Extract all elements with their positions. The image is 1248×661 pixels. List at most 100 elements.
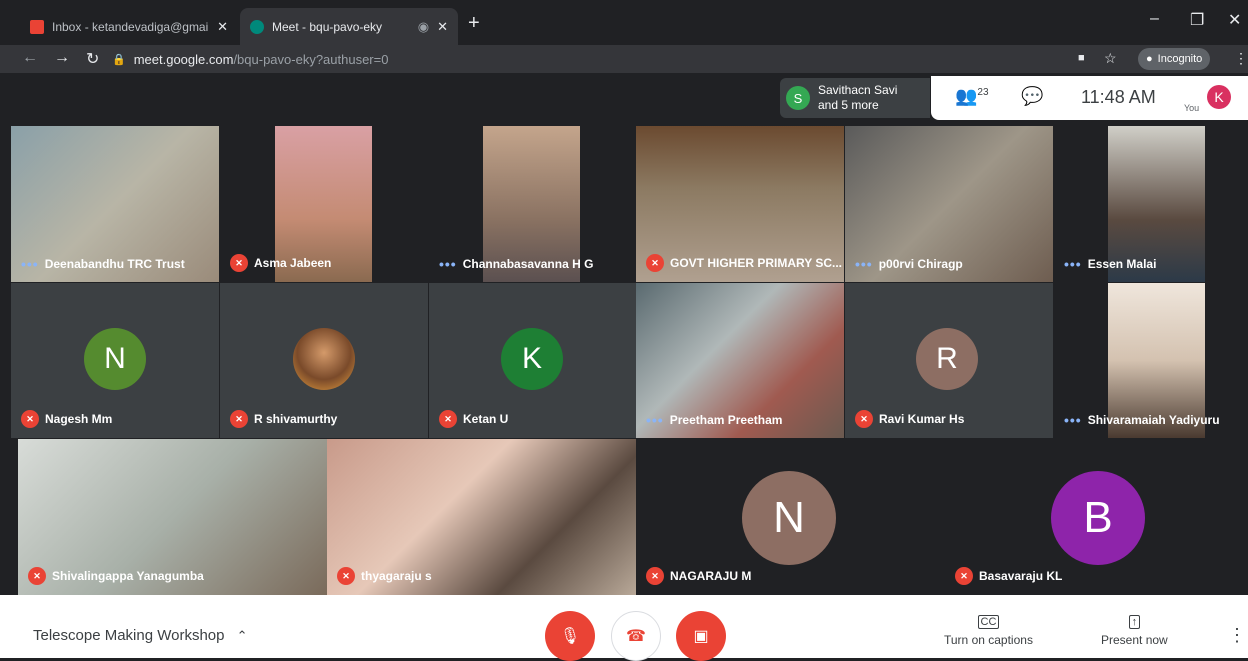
- tile-label: ••• Shivaramaiah Yadiyuru: [1064, 412, 1220, 428]
- participant-tile[interactable]: ✕ GOVT HIGHER PRIMARY SC...: [636, 126, 844, 282]
- avatar: R: [916, 328, 978, 390]
- avatar: K: [501, 328, 563, 390]
- participant-name: Preetham Preetham: [669, 413, 783, 427]
- tile-label: ✕ Ravi Kumar Hs: [855, 410, 964, 428]
- tile-label: ••• Deenabandhu TRC Trust: [21, 256, 185, 272]
- new-tab-button[interactable]: +: [468, 12, 480, 35]
- minimize-button[interactable]: –: [1150, 10, 1159, 28]
- participant-name: Channabasavanna H G: [462, 257, 594, 271]
- lock-icon: 🔒: [112, 53, 126, 66]
- participant-name: Shivalingappa Yanagumba: [52, 569, 204, 583]
- meeting-title: Telescope Making Workshop: [33, 627, 225, 644]
- participant-tile[interactable]: ••• Deenabandhu TRC Trust: [11, 126, 219, 282]
- meet-top-bar: S Savithacn Savi and 5 more 👥23 💬 11:48 …: [0, 73, 1248, 126]
- forward-icon[interactable]: →: [54, 49, 70, 67]
- participant-tile[interactable]: ••• p00rvi Chiragp: [845, 126, 1053, 282]
- participant-name: p00rvi Chiragp: [878, 257, 963, 271]
- participant-tile[interactable]: ••• Essen Malai: [1054, 126, 1248, 282]
- avatar-photo: [293, 328, 355, 390]
- participant-tile[interactable]: N ✕ Nagesh Mm: [11, 283, 219, 438]
- close-tab-icon[interactable]: ✕: [217, 19, 228, 35]
- participant-name: Deenabandhu TRC Trust: [44, 257, 185, 271]
- address-bar[interactable]: 🔒 meet.google.com/bqu-pavo-eky?authuser=…: [112, 47, 1112, 71]
- participant-name: Nagesh Mm: [45, 412, 113, 426]
- restore-button[interactable]: ❐: [1190, 10, 1204, 30]
- participant-tile[interactable]: B ✕ Basavaraju KL: [945, 439, 1248, 595]
- present-icon: ↑: [1128, 615, 1141, 629]
- more-dots-icon: •••: [1064, 412, 1082, 428]
- notification-line2: and 5 more: [818, 98, 879, 112]
- participant-name: GOVT HIGHER PRIMARY SC...: [670, 256, 843, 270]
- leave-call-button[interactable]: ☎: [611, 611, 661, 661]
- window-close-button[interactable]: ✕: [1228, 10, 1241, 30]
- mic-toggle-button[interactable]: 🎙: [545, 611, 595, 661]
- tab-inbox[interactable]: Inbox - ketandevadiga@gmail.com ✕: [20, 8, 238, 45]
- reload-icon[interactable]: ↻: [86, 49, 99, 69]
- camera-icon[interactable]: ■: [1078, 52, 1085, 64]
- meet-bottom-bar: Telescope Making Workshop ⌃ 🎙 ☎ ▣ CC Tur…: [0, 595, 1248, 661]
- chat-icon[interactable]: 💬: [1021, 86, 1043, 107]
- avatar: S: [786, 86, 810, 110]
- participant-tile[interactable]: ✕ Asma Jabeen: [220, 126, 428, 282]
- close-tab-icon[interactable]: ✕: [437, 19, 448, 35]
- participant-tile[interactable]: N ✕ NAGARAJU M: [636, 439, 945, 595]
- more-dots-icon: •••: [855, 256, 873, 272]
- mic-off-icon: ✕: [230, 410, 248, 428]
- captions-button[interactable]: CC Turn on captions: [944, 615, 1033, 647]
- participant-name: NAGARAJU M: [670, 569, 752, 583]
- more-dots-icon: •••: [439, 256, 457, 272]
- more-options-icon[interactable]: ⋮: [1228, 625, 1246, 646]
- hang-up-icon: ☎: [626, 628, 646, 645]
- meeting-details-button[interactable]: Telescope Making Workshop ⌃: [33, 627, 248, 644]
- notification-line1: Savithacn Savi: [818, 83, 898, 97]
- mic-off-icon: ✕: [28, 567, 46, 585]
- meet-status-panel: 👥23 💬 11:48 AM You K: [931, 76, 1248, 120]
- clock: 11:48 AM: [1081, 87, 1156, 107]
- camera-off-icon: ▣: [693, 628, 709, 645]
- url-host: meet.google.com: [133, 51, 234, 67]
- participant-tile[interactable]: ✕ Shivalingappa Yanagumba: [18, 439, 327, 595]
- tile-label: ✕ Shivalingappa Yanagumba: [28, 567, 204, 585]
- participant-tile[interactable]: ✕ R shivamurthy: [220, 283, 428, 438]
- tab-meet[interactable]: Meet - bqu-pavo-eky ◉ ✕: [240, 8, 458, 45]
- participant-tile[interactable]: R ✕ Ravi Kumar Hs: [845, 283, 1053, 438]
- more-dots-icon: •••: [1064, 256, 1082, 272]
- people-icon: 👥: [955, 86, 978, 106]
- avatar: N: [84, 328, 146, 390]
- tile-label: ✕ Basavaraju KL: [955, 567, 1062, 585]
- tile-label: ••• p00rvi Chiragp: [855, 256, 963, 272]
- participant-tile[interactable]: K ✕ Ketan U: [429, 283, 637, 438]
- tab-title: Inbox - ketandevadiga@gmail.com: [52, 19, 209, 34]
- menu-icon[interactable]: ⋮: [1234, 50, 1248, 67]
- present-button[interactable]: ↑ Present now: [1101, 615, 1168, 647]
- incognito-label: Incognito: [1157, 53, 1203, 65]
- chevron-up-icon: ⌃: [236, 628, 248, 643]
- participant-name: Essen Malai: [1087, 257, 1157, 271]
- participant-name: R shivamurthy: [254, 412, 338, 426]
- participant-tile[interactable]: ••• Channabasavanna H G: [429, 126, 637, 282]
- mic-off-icon: ✕: [646, 567, 664, 585]
- participant-name: Ravi Kumar Hs: [879, 412, 965, 426]
- incognito-badge[interactable]: ● Incognito: [1138, 48, 1211, 70]
- participant-name: Basavaraju KL: [979, 569, 1063, 583]
- participant-name: thyagaraju s: [361, 569, 432, 583]
- mic-off-icon: ✕: [230, 254, 248, 272]
- star-icon[interactable]: ☆: [1104, 50, 1117, 67]
- present-label: Present now: [1101, 633, 1168, 647]
- participant-name: Asma Jabeen: [254, 256, 332, 270]
- self-avatar[interactable]: K: [1207, 85, 1231, 109]
- camera-toggle-button[interactable]: ▣: [676, 611, 726, 661]
- tab-title: Meet - bqu-pavo-eky: [272, 19, 383, 34]
- you-label: You: [1184, 103, 1200, 113]
- meet-icon: [250, 19, 264, 34]
- back-icon[interactable]: ←: [22, 49, 38, 67]
- people-button[interactable]: 👥23: [955, 86, 989, 107]
- tile-label: ✕ Ketan U: [439, 410, 508, 428]
- participant-name: Ketan U: [463, 412, 509, 426]
- tile-label: ••• Preetham Preetham: [646, 412, 782, 428]
- participant-tile[interactable]: ••• Preetham Preetham: [636, 283, 844, 438]
- tile-label: ••• Essen Malai: [1064, 256, 1156, 272]
- join-notification[interactable]: S Savithacn Savi and 5 more: [780, 78, 930, 118]
- participant-tile[interactable]: ••• Shivaramaiah Yadiyuru: [1054, 283, 1248, 438]
- participant-tile[interactable]: ✕ thyagaraju s: [327, 439, 636, 595]
